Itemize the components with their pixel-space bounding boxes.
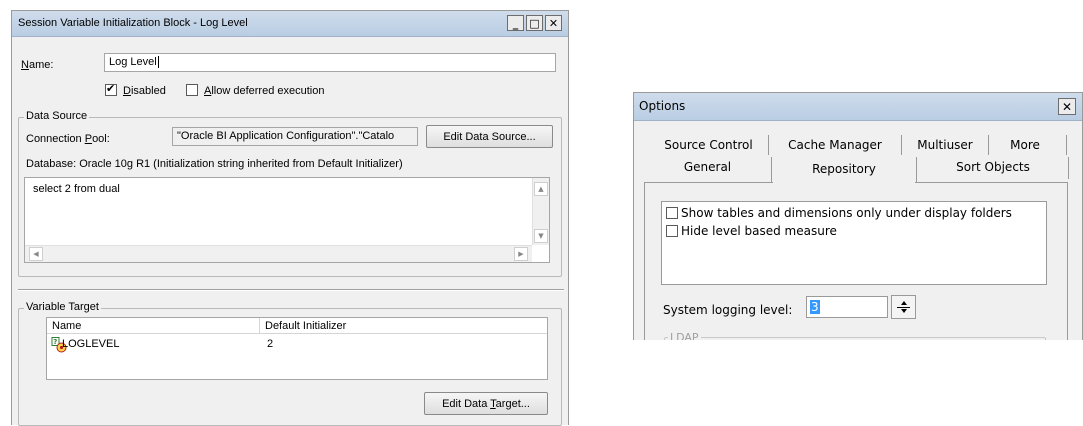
horizontal-scrollbar[interactable]: ◀ ▶ (25, 245, 532, 262)
table-row[interactable]: ? LOGLEVEL 2 (49, 336, 545, 354)
option-checkbox[interactable] (666, 225, 678, 237)
logging-level-stepper[interactable] (891, 295, 916, 319)
tab-label: Source Control (664, 138, 753, 152)
option-checkbox[interactable] (666, 207, 678, 219)
close-button[interactable]: ✕ (1058, 98, 1076, 115)
dialog-title: Options (639, 99, 686, 113)
maximize-button[interactable]: □ (526, 15, 543, 31)
disabled-checkbox[interactable]: Disabled (105, 82, 166, 97)
tab-repository[interactable]: Repository (772, 155, 916, 183)
variable-target-list[interactable]: Name Default Initializer ? LOGLEVEL 2 (46, 317, 548, 380)
edit-data-source-label: Edit Data Source... (443, 130, 536, 143)
column-header-default-initializer[interactable]: Default Initializer (265, 320, 346, 332)
title-bar[interactable]: Session Variable Initialization Block - … (12, 11, 568, 37)
option-show-tables-under-display-folders[interactable]: Show tables and dimensions only under di… (666, 206, 1012, 220)
connection-pool-label: Connection Pool: (26, 133, 110, 145)
session-variable-init-block-dialog: Session Variable Initialization Block - … (11, 10, 569, 426)
deferred-execution-checkbox[interactable]: Allow deferred execution (186, 84, 324, 97)
deferred-check-box[interactable] (186, 84, 198, 97)
disabled-check-box[interactable] (105, 82, 117, 97)
edit-data-source-button[interactable]: Edit Data Source... (426, 125, 553, 148)
vertical-scrollbar[interactable]: ▲ ▼ (532, 178, 549, 245)
name-value: Log Level (109, 56, 157, 68)
option-label: Hide level based measure (681, 224, 837, 238)
dialog-title: Session Variable Initialization Block - … (18, 17, 248, 29)
tab-label: Cache Manager (788, 138, 882, 152)
edit-data-target-label: Edit Data Target... (442, 397, 530, 410)
option-label: Show tables and dimensions only under di… (681, 206, 1012, 220)
increment-icon[interactable] (901, 301, 907, 305)
close-icon: ✕ (548, 16, 559, 30)
option-hide-level-based-measure[interactable]: Hide level based measure (666, 224, 837, 238)
variable-target-group-label: Variable Target (24, 301, 101, 313)
system-logging-level-label: System logging level: (663, 303, 793, 317)
column-header-name[interactable]: Name (52, 320, 81, 332)
title-bar[interactable]: Options ✕ (634, 93, 1082, 121)
minimize-button[interactable]: _ (507, 15, 524, 31)
minimize-icon: _ (512, 16, 519, 30)
edit-data-target-button[interactable]: Edit Data Target... (424, 392, 548, 415)
name-input[interactable]: Log Level (104, 53, 556, 72)
tab-source-control[interactable]: Source Control (650, 134, 767, 156)
close-icon: ✕ (1061, 99, 1073, 114)
tab-label: General (683, 160, 732, 174)
tab-multiuser[interactable]: Multiuser (903, 134, 987, 156)
tab-label: Sort Objects (956, 160, 1030, 174)
tab-label: Repository (812, 162, 876, 176)
decrement-icon[interactable] (901, 309, 907, 313)
svg-text:?: ? (53, 338, 57, 346)
scroll-left-icon[interactable]: ◀ (29, 247, 43, 261)
tab-more[interactable]: More (990, 134, 1060, 156)
sql-text: select 2 from dual (33, 183, 120, 195)
ldap-group-label: LDAP (668, 331, 701, 340)
variable-name: LOGLEVEL (62, 338, 120, 350)
close-button[interactable]: ✕ (545, 15, 562, 31)
sql-text-area[interactable]: select 2 from dual ▲ ▼ ◀ ▶ (24, 177, 550, 263)
database-info: Database: Oracle 10g R1 (Initialization … (26, 158, 403, 170)
tab-general[interactable]: General (644, 156, 771, 178)
system-logging-level-input[interactable]: 3 (806, 296, 888, 318)
list-header: Name Default Initializer (47, 318, 547, 334)
data-source-group-label: Data Source (24, 110, 90, 122)
scroll-right-icon[interactable]: ▶ (514, 247, 528, 261)
options-listbox[interactable]: Show tables and dimensions only under di… (661, 201, 1047, 285)
tab-label: More (1010, 138, 1040, 152)
connection-pool-field[interactable]: "Oracle BI Application Configuration"."C… (172, 127, 418, 146)
default-initializer-value: 2 (267, 338, 274, 350)
section-divider (18, 289, 564, 291)
scroll-up-icon[interactable]: ▲ (534, 182, 548, 196)
connection-pool-value: "Oracle BI Application Configuration"."C… (177, 130, 395, 142)
tab-label: Multiuser (917, 138, 973, 152)
name-label: Name: (21, 59, 54, 71)
logging-level-value: 3 (810, 300, 820, 314)
tab-sort-objects[interactable]: Sort Objects (918, 156, 1068, 178)
scroll-down-icon[interactable]: ▼ (534, 229, 548, 243)
ldap-group (664, 337, 1046, 340)
options-dialog: Options ✕ Source Control Cache Manager M… (633, 92, 1083, 340)
tab-cache-manager[interactable]: Cache Manager (770, 134, 900, 156)
maximize-icon: □ (529, 16, 540, 30)
